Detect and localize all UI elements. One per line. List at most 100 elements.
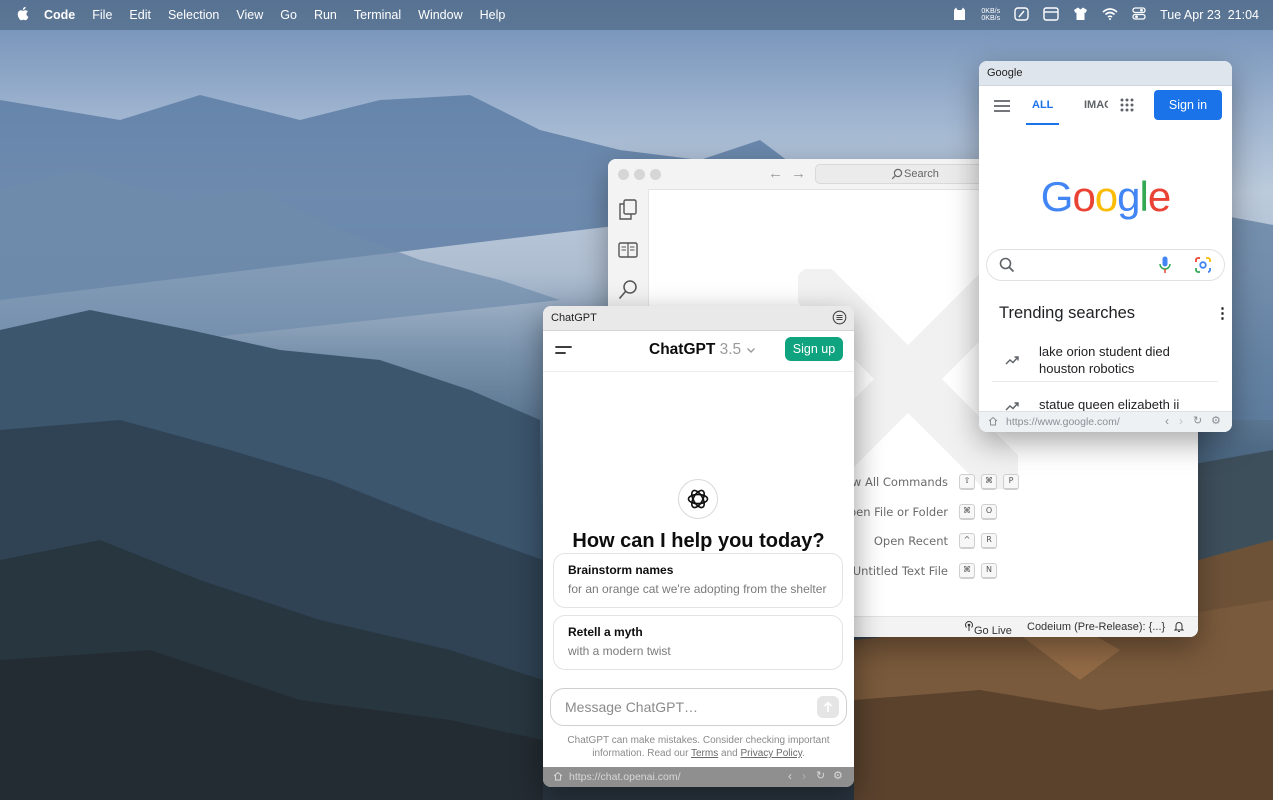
- reader-icon[interactable]: [618, 241, 638, 261]
- command-open-file[interactable]: Open File or Folder: [840, 505, 948, 519]
- menu-edit[interactable]: Edit: [129, 8, 151, 22]
- page-url[interactable]: https://www.google.com/: [1006, 416, 1120, 428]
- key-p: P: [1003, 474, 1019, 490]
- key-cmd: ⌘: [959, 504, 975, 520]
- forward-arrow-icon[interactable]: ›: [802, 769, 806, 783]
- google-lens-icon[interactable]: [1195, 257, 1211, 278]
- menu-go[interactable]: Go: [280, 8, 297, 22]
- key-r: R: [981, 533, 997, 549]
- net-download: 0KB/s: [981, 15, 1001, 22]
- status-menu-area: 0KB/s 0KB/s Tue Apr 23 21:04: [952, 0, 1259, 30]
- google-window: Google ALL IMAGES Sign in Google Trendin…: [979, 61, 1232, 432]
- go-live-label: Go Live: [974, 625, 1012, 637]
- google-logo-letter: o: [1072, 173, 1095, 220]
- reload-icon[interactable]: ↻: [816, 769, 825, 782]
- go-live-status[interactable]: Go Live: [964, 621, 1012, 637]
- back-arrow-icon[interactable]: ‹: [788, 769, 792, 783]
- zoom-window-button[interactable]: [650, 169, 661, 180]
- sign-in-button[interactable]: Sign in: [1154, 90, 1222, 120]
- network-speed[interactable]: 0KB/s 0KB/s: [981, 8, 1000, 22]
- google-logo: Google: [979, 173, 1232, 221]
- forward-arrow-icon[interactable]: ›: [1179, 414, 1183, 428]
- search-label: Search: [904, 168, 939, 180]
- chevron-down-icon: [746, 348, 755, 353]
- nav-forward-button[interactable]: →: [791, 165, 806, 182]
- menu-view[interactable]: View: [236, 8, 263, 22]
- voice-search-microphone-icon[interactable]: [1159, 256, 1171, 279]
- page-url[interactable]: https://chat.openai.com/: [569, 771, 680, 783]
- disclaimer-read: information. Read our: [592, 748, 691, 759]
- broadcast-icon: [965, 621, 973, 631]
- explorer-icon[interactable]: [618, 199, 638, 220]
- model-version: 3.5: [719, 341, 742, 358]
- tab-all[interactable]: ALL: [1032, 99, 1053, 111]
- window-title: Google: [987, 67, 1023, 79]
- menu-file[interactable]: File: [92, 8, 112, 22]
- app-menu-code[interactable]: Code: [44, 8, 75, 22]
- window-title: ChatGPT: [551, 312, 597, 324]
- window-menu-icon[interactable]: [832, 310, 847, 328]
- menu-terminal[interactable]: Terminal: [354, 8, 401, 22]
- tab-images[interactable]: IMAGES: [1084, 99, 1108, 111]
- more-options-icon[interactable]: ⋮: [1215, 304, 1230, 322]
- message-input[interactable]: Message ChatGPT…: [550, 688, 847, 726]
- hamburger-menu-icon[interactable]: [994, 99, 1010, 117]
- chatgpt-window: ChatGPT ChatGPT 3.5 Sign up How can I he…: [543, 306, 854, 787]
- suggestion-title: Brainstorm names: [568, 563, 674, 577]
- apple-menu-icon[interactable]: [16, 6, 29, 25]
- calendar-window-icon[interactable]: [1043, 6, 1059, 24]
- suggestion-card[interactable]: Brainstorm names for an orange cat we're…: [553, 553, 843, 608]
- divider: [992, 381, 1218, 382]
- reload-icon[interactable]: ↻: [1193, 414, 1202, 427]
- search-view-icon[interactable]: [618, 279, 638, 300]
- minimize-window-button[interactable]: [634, 169, 645, 180]
- search-icon: [999, 257, 1015, 278]
- chatgpt-titlebar: ChatGPT: [543, 306, 854, 331]
- model-name: ChatGPT: [649, 341, 716, 358]
- google-search-input[interactable]: [986, 249, 1225, 281]
- suggestion-subtitle: for an orange cat we're adopting from th…: [568, 582, 827, 596]
- home-icon[interactable]: [553, 771, 563, 784]
- google-logo-letter: e: [1147, 173, 1171, 220]
- key-cmd: ⌘: [981, 474, 997, 490]
- trending-item[interactable]: lake orion student died houston robotics: [1039, 343, 1209, 377]
- suggestion-title: Retell a myth: [568, 625, 643, 639]
- notifications-bell-icon[interactable]: [1173, 621, 1185, 635]
- chatgpt-url-bar: https://chat.openai.com/ ‹ › ↻ ⚙: [543, 767, 854, 787]
- menu-window[interactable]: Window: [418, 8, 462, 22]
- chatgpt-header: ChatGPT 3.5 Sign up: [543, 331, 854, 372]
- menu-help[interactable]: Help: [480, 8, 506, 22]
- message-placeholder: Message ChatGPT…: [565, 699, 699, 715]
- welcome-heading: How can I help you today?: [572, 530, 825, 552]
- sidebar-toggle-icon[interactable]: [555, 343, 573, 362]
- google-logo-letter: G: [1040, 173, 1074, 220]
- settings-gear-icon[interactable]: ⚙: [1211, 414, 1221, 427]
- menu-bar: Code File Edit Selection View Go Run Ter…: [0, 0, 1273, 30]
- arrow-up-icon: [823, 701, 833, 712]
- apps-grid-icon[interactable]: [1120, 98, 1134, 117]
- back-arrow-icon[interactable]: ‹: [1165, 414, 1169, 428]
- privacy-policy-link[interactable]: Privacy Policy: [740, 748, 802, 759]
- menu-selection[interactable]: Selection: [168, 8, 219, 22]
- wifi-icon[interactable]: [1102, 7, 1118, 23]
- control-center-icon[interactable]: [1132, 7, 1146, 23]
- settings-gear-icon[interactable]: ⚙: [833, 769, 843, 782]
- codeium-status[interactable]: Codeium (Pre-Release): {...}: [1027, 621, 1165, 633]
- cat-status-icon[interactable]: [952, 7, 967, 24]
- menu-run[interactable]: Run: [314, 8, 337, 22]
- command-open-recent[interactable]: Open Recent: [874, 534, 948, 548]
- shirt-icon[interactable]: [1073, 7, 1088, 24]
- send-button[interactable]: [817, 696, 839, 718]
- nav-back-button[interactable]: ←: [768, 165, 783, 182]
- suggestion-card[interactable]: Retell a myth with a modern twist: [553, 615, 843, 670]
- clock-datetime[interactable]: Tue Apr 23 21:04: [1160, 8, 1259, 22]
- terms-link[interactable]: Terms: [691, 748, 718, 759]
- home-icon[interactable]: [988, 416, 998, 429]
- close-window-button[interactable]: [618, 169, 629, 180]
- script-editor-icon[interactable]: [1014, 6, 1029, 24]
- trending-searches-title: Trending searches: [999, 304, 1136, 322]
- active-tab-indicator: [1026, 123, 1059, 125]
- key-ctrl: ^: [959, 533, 975, 549]
- sign-up-button[interactable]: Sign up: [785, 337, 843, 361]
- model-selector[interactable]: ChatGPT 3.5: [649, 341, 756, 359]
